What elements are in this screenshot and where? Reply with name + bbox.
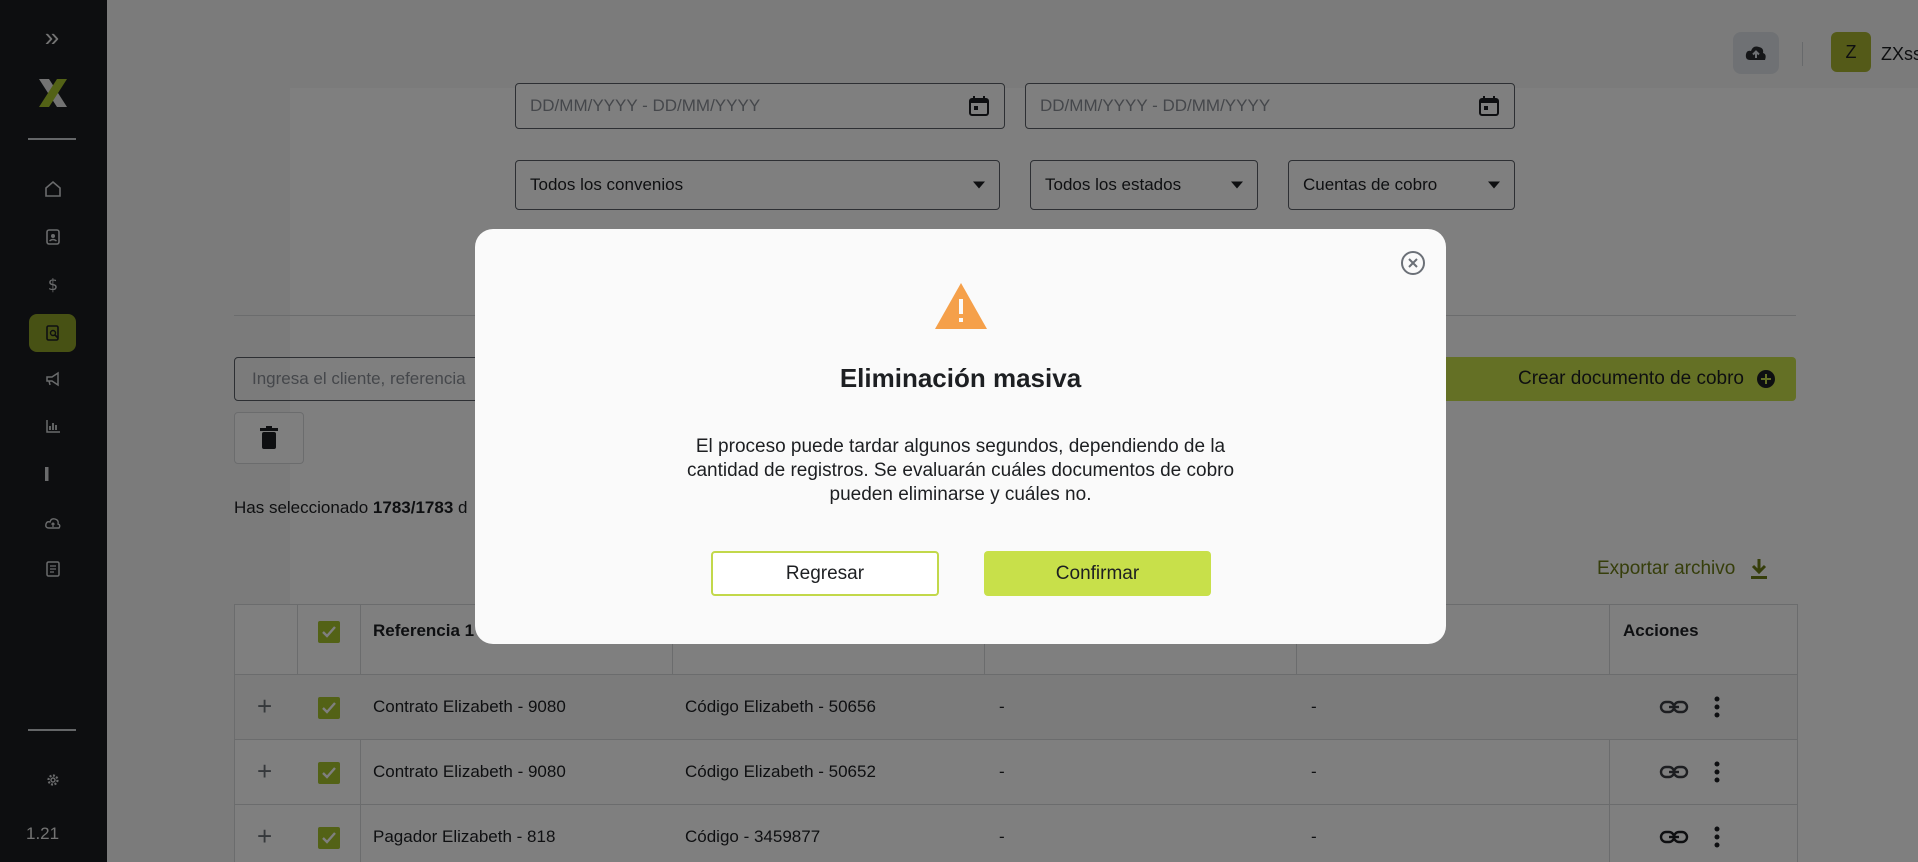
back-button[interactable]: Regresar xyxy=(711,551,939,596)
modal-message: El proceso puede tardar algunos segundos… xyxy=(686,436,1235,505)
warning-icon xyxy=(935,283,987,329)
confirm-button[interactable]: Confirmar xyxy=(984,551,1211,596)
close-icon[interactable] xyxy=(1400,250,1426,276)
modal-title: Eliminación masiva xyxy=(839,363,1082,393)
bulk-delete-modal: Eliminación masiva El proceso puede tard… xyxy=(475,229,1446,644)
